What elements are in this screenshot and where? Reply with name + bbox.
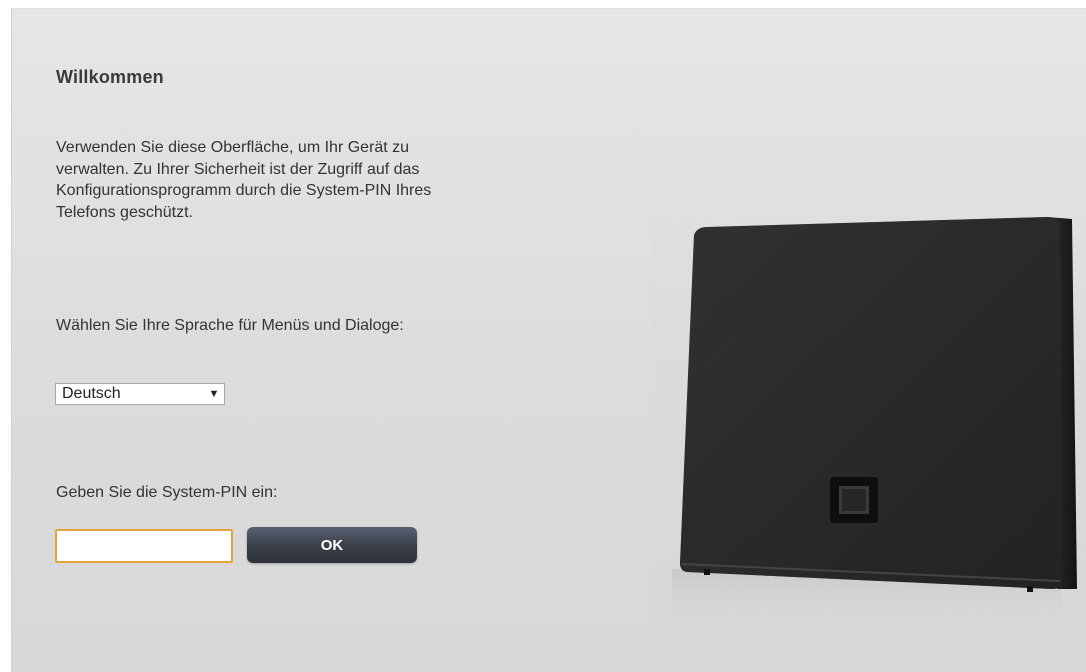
language-label: Wählen Sie Ihre Sprache für Menüs und Di… [56,317,404,334]
page-title: Willkommen [56,67,164,87]
device-image [672,217,1077,639]
pin-input[interactable] [55,529,233,563]
pin-label: Geben Sie die System-PIN ein: [56,484,278,501]
language-select[interactable]: Deutsch ▼ [55,383,225,405]
intro-text: Verwenden Sie diese Oberfläche, um Ihr G… [56,139,432,221]
ok-button[interactable]: OK [247,527,417,563]
language-select-value: Deutsch [62,385,121,402]
main-panel: Willkommen Verwenden Sie diese Oberfläch… [11,8,1086,672]
dropdown-arrow-icon: ▼ [208,388,220,400]
